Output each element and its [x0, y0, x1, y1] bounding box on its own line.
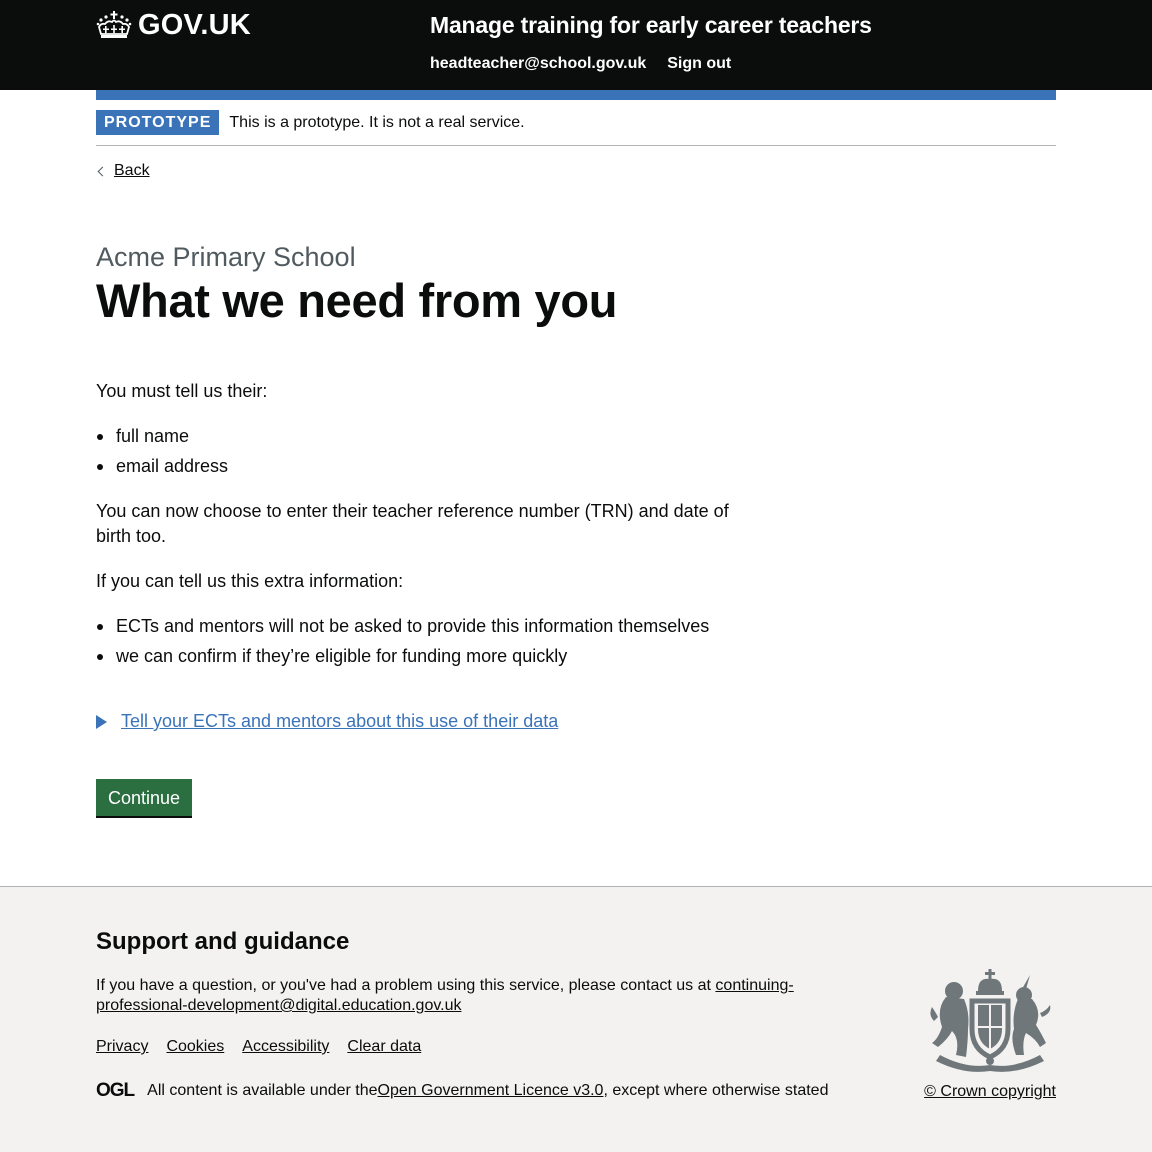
licence-suffix: , except where otherwise stated — [603, 1082, 829, 1099]
contact-text: If you have a question, or you've had a … — [96, 977, 716, 994]
page-title: What we need from you — [96, 274, 618, 327]
header-blue-bar — [96, 90, 1056, 100]
intro-text: You must tell us their: — [96, 381, 268, 401]
main-content: Acme Primary School What we need from yo… — [96, 241, 1056, 816]
licence-link[interactable]: Open Government Licence v3.0 — [378, 1080, 604, 1102]
chevron-left-icon — [97, 166, 108, 176]
data-use-details[interactable]: Tell your ECTs and mentors about this us… — [96, 709, 1056, 734]
details-summary-link[interactable]: Tell your ECTs and mentors about this us… — [121, 709, 558, 734]
required-info-list: full name email address — [96, 424, 1056, 479]
royal-coat-of-arms-icon — [930, 969, 1051, 1072]
crown-icon — [96, 11, 132, 38]
triangle-right-icon — [96, 714, 107, 729]
footer-link-clear-data[interactable]: Clear data — [347, 1037, 421, 1057]
extra-info-benefits-list: ECTs and mentors will not be asked to pr… — [96, 614, 1056, 669]
phase-banner: PROTOTYPE This is a prototype. It is not… — [96, 100, 1056, 146]
page-container: PROTOTYPE This is a prototype. It is not… — [96, 100, 1056, 816]
continue-button[interactable]: Continue — [96, 779, 193, 816]
extra-info-intro: If you can tell us this extra informatio… — [96, 571, 404, 591]
footer-contact-text: If you have a question, or you've had a … — [96, 976, 876, 1016]
phase-tag: PROTOTYPE — [96, 110, 220, 135]
site-footer: Support and guidance If you have a quest… — [0, 886, 1152, 1152]
list-item: full name — [96, 424, 1056, 449]
footer-link-cookies[interactable]: Cookies — [166, 1037, 224, 1057]
list-item: ECTs and mentors will not be asked to pr… — [96, 614, 1056, 639]
govuk-logo-text: GOV.UK — [138, 9, 251, 41]
optional-info-text: You can now choose to enter their teache… — [96, 501, 729, 546]
licence-prefix: All content is available under the — [147, 1082, 378, 1099]
list-item: email address — [96, 454, 1056, 479]
page-caption: Acme Primary School — [96, 242, 356, 272]
sign-out-link[interactable]: Sign out — [667, 53, 731, 75]
back-link-label: Back — [114, 162, 150, 179]
phase-banner-text: This is a prototype. It is not a real se… — [229, 113, 525, 131]
footer-links: Privacy Cookies Accessibility Clear data — [96, 1037, 439, 1057]
service-name-link[interactable]: Manage training for early career teacher… — [430, 10, 872, 40]
footer-heading: Support and guidance — [96, 928, 350, 955]
user-email-link[interactable]: headteacher@school.gov.uk — [430, 53, 646, 75]
ogl-logo-icon: OGL — [96, 1080, 135, 1101]
govuk-logo-link[interactable]: GOV.UK — [96, 9, 251, 41]
footer-link-privacy[interactable]: Privacy — [96, 1037, 148, 1057]
crown-copyright-link[interactable]: © Crown copyright — [924, 1081, 1056, 1103]
list-item: we can confirm if they’re eligible for f… — [96, 644, 1056, 669]
back-link[interactable]: Back — [96, 161, 150, 181]
header-nav: headteacher@school.gov.uk Sign out — [430, 53, 752, 75]
footer-link-accessibility[interactable]: Accessibility — [242, 1037, 329, 1057]
site-header: GOV.UK Manage training for early career … — [0, 0, 1152, 90]
footer-licence: OGL All content is available under the O… — [96, 1080, 828, 1102]
